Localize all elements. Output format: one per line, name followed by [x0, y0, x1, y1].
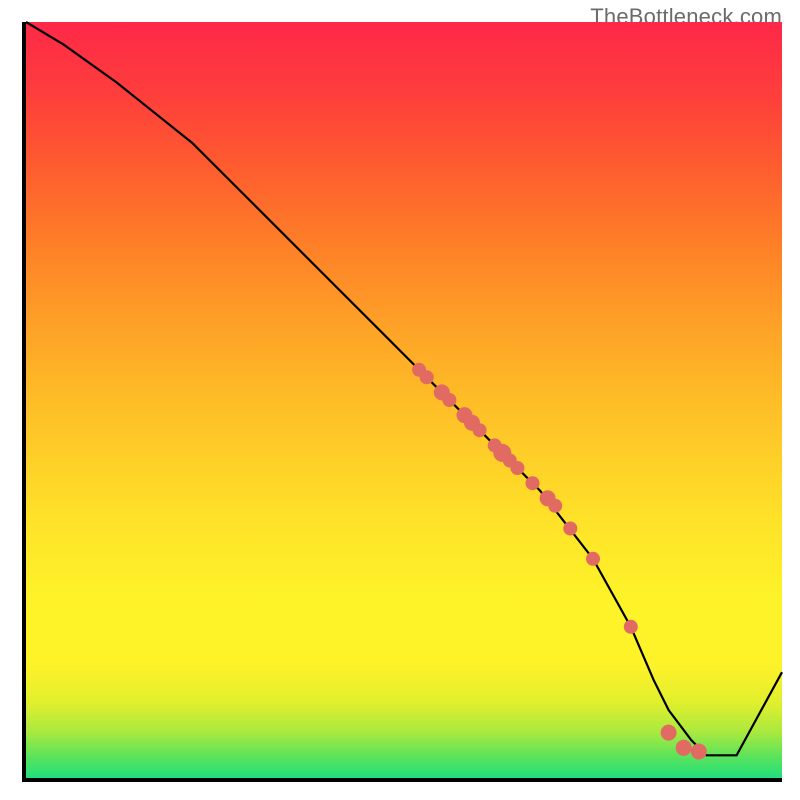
data-dot	[676, 740, 692, 756]
data-dot	[563, 522, 577, 536]
chart-svg	[26, 22, 782, 778]
plot-area	[22, 22, 782, 782]
data-dot	[526, 476, 540, 490]
data-dot	[624, 620, 638, 634]
data-dot	[510, 461, 524, 475]
data-dot	[420, 370, 434, 384]
chart-container: TheBottleneck.com	[0, 0, 800, 800]
data-dot	[691, 744, 707, 760]
data-dot	[548, 499, 562, 513]
data-dot	[442, 393, 456, 407]
data-dot	[473, 423, 487, 437]
bottleneck-curve	[26, 22, 782, 755]
data-dot	[586, 552, 600, 566]
data-dot	[661, 725, 677, 741]
